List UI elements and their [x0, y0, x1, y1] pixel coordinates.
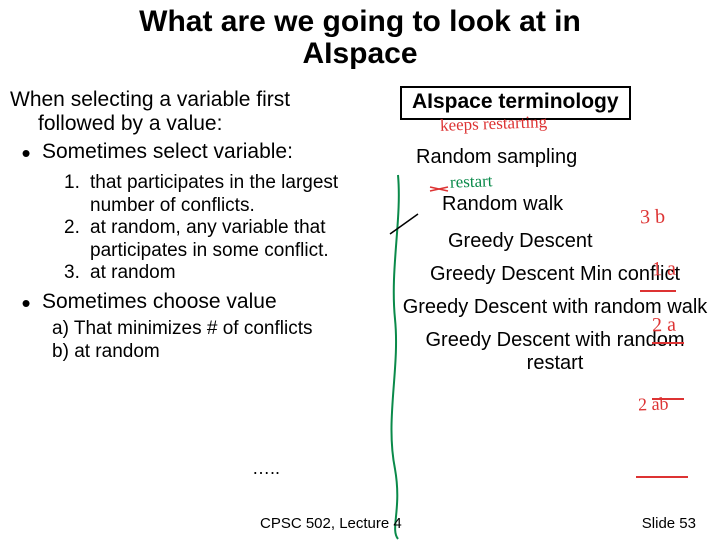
num-3-text: at random — [90, 262, 176, 284]
bullet-dot-icon: • — [10, 140, 42, 166]
footer-slide-number: Slide 53 — [642, 515, 696, 532]
num-item-3: 3.at random — [64, 262, 390, 284]
sub-a-text: That minimizes # of conflicts — [74, 318, 313, 339]
term-greedy-descent: Greedy Descent — [448, 230, 710, 253]
bullet-dot-icon: • — [10, 290, 42, 316]
bullet-1: • Sometimes select variable: — [10, 140, 390, 166]
hand-note-2a: 2 a — [652, 314, 677, 338]
num-2-text: at random, any variable that participate… — [90, 217, 390, 262]
sub-item-a: a) That minimizes # of conflicts — [52, 318, 390, 340]
title-line-2: AIspace — [302, 37, 417, 70]
num-item-2: 2.at random, any variable that participa… — [64, 217, 390, 262]
bullet-1-text: Sometimes select variable: — [42, 140, 390, 164]
slide-title: What are we going to look at in AIspace — [0, 6, 720, 69]
hand-note-restart: restart — [450, 171, 493, 192]
num-item-1: 1.that participates in the largest numbe… — [64, 172, 390, 217]
term-random-walk: Random walk — [442, 193, 710, 216]
numbered-list-1: 1.that participates in the largest numbe… — [64, 172, 390, 284]
sub-b-text: at random — [74, 341, 160, 362]
sub-list: a) That minimizes # of conflicts b) at r… — [52, 318, 390, 363]
footer-lecture: CPSC 502, Lecture 4 — [260, 515, 402, 532]
main-content: When selecting a variable first followed… — [10, 88, 390, 363]
bullet-2-text: Sometimes choose value — [42, 290, 390, 314]
intro-line-2: followed by a value: — [10, 112, 390, 136]
num-1-text: that participates in the largest number … — [90, 172, 390, 217]
sub-item-b: b) at random — [52, 341, 390, 363]
term-random-sampling: Random sampling — [416, 146, 710, 169]
hand-note-2ab: 2 ab — [638, 393, 669, 415]
ellipsis-text: ….. — [252, 458, 280, 479]
intro-line-1: When selecting a variable first — [10, 88, 390, 112]
hand-note-3b: 3 b — [640, 206, 666, 230]
hand-note-keeps-restarting: keeps restarting — [440, 112, 548, 136]
hand-note-1a: 1 a — [652, 258, 677, 282]
title-line-1: What are we going to look at in — [139, 5, 581, 38]
bullet-2: • Sometimes choose value — [10, 290, 390, 316]
